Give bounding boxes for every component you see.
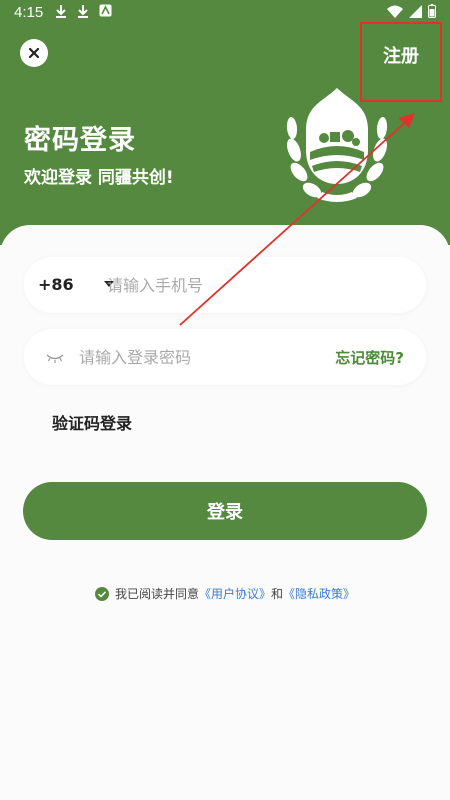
login-button[interactable]: 登录 [23,482,427,540]
check-circle-icon[interactable] [94,586,109,601]
battery-icon [428,4,436,22]
page-subtitle: 欢迎登录 同疆共创! [24,168,174,188]
register-label: 注册 [383,46,419,67]
agreement-row: 我已阅读并同意 《用户协议》 和 《隐私政策》 [0,585,450,602]
password-input-row: 忘记密码? [24,329,426,385]
app-icon [98,4,112,20]
close-button[interactable] [20,39,48,67]
status-icons-right [387,4,436,22]
status-time: 4:15 [14,4,44,21]
privacy-policy-link[interactable]: 《隐私政策》 [283,585,355,602]
eye-closed-icon[interactable] [46,349,64,368]
agreement-prefix: 我已阅读并同意 [114,587,199,601]
agreement-conjunction: 和 [271,587,284,601]
wifi-icon [387,5,403,22]
close-icon [28,47,40,59]
login-button-label: 登录 [207,502,243,523]
user-agreement-link[interactable]: 《用户协议》 [199,585,271,602]
download-icon [76,4,90,20]
phone-input[interactable] [107,273,407,297]
page-title: 密码登录 [24,125,136,156]
forgot-password-link[interactable]: 忘记密码? [335,347,404,368]
header-banner: 4:15 注册 密码登录 欢迎登录 同疆共创! [0,0,450,245]
status-icons-left [54,4,112,20]
download-icon [54,4,68,20]
country-code-selector[interactable]: +86 [38,275,74,294]
signal-icon [409,4,422,22]
code-login-link[interactable]: 验证码登录 [52,410,132,434]
password-input[interactable] [79,345,319,369]
phone-input-row: +86 [24,257,426,313]
farm-wheat-logo-icon [286,88,388,202]
